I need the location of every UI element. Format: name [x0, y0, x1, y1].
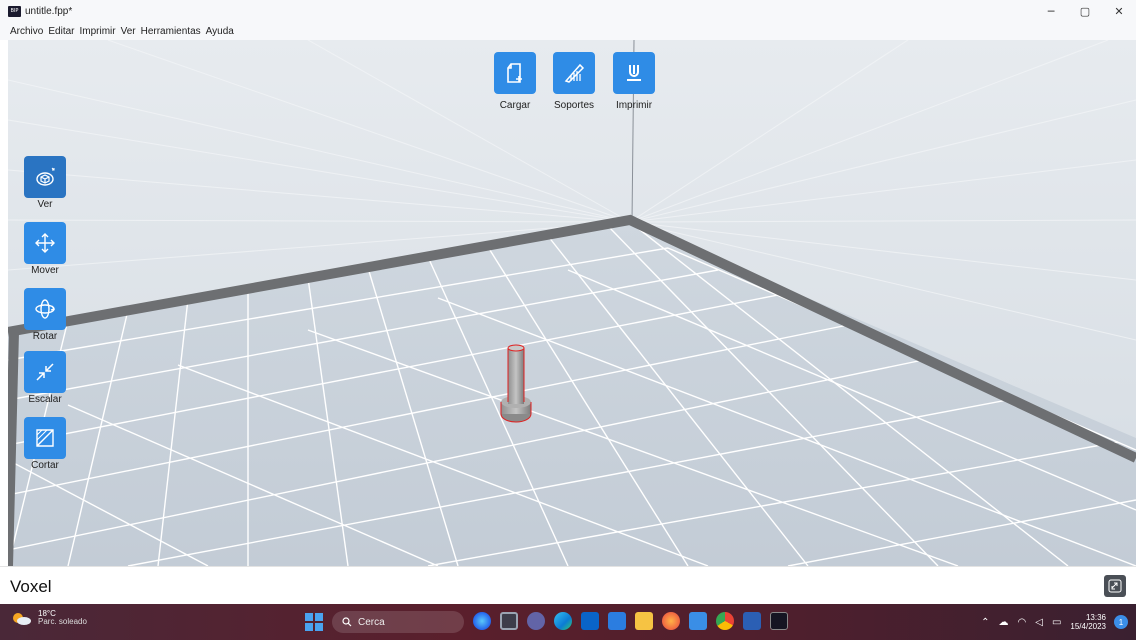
- load-file-icon: [507, 63, 522, 83]
- view-tool[interactable]: Ver: [24, 156, 66, 210]
- move-tool[interactable]: Mover: [24, 222, 66, 276]
- load-label: Cargar: [499, 100, 531, 111]
- copilot-icon[interactable]: [473, 612, 491, 630]
- status-bar: Voxel: [0, 566, 1136, 604]
- clock-date: 15/4/2023: [1070, 622, 1106, 631]
- status-text: Voxel: [10, 577, 52, 596]
- rotate-label: Rotar: [32, 331, 58, 342]
- windows-start-icon[interactable]: [305, 613, 323, 631]
- menu-ver[interactable]: Ver: [121, 26, 136, 37]
- title-bar: BIP untitle.fpp* ─ ▢ ✕: [0, 0, 1136, 22]
- supports-button[interactable]: [553, 52, 595, 94]
- supports-tool[interactable]: Soportes: [544, 52, 604, 111]
- scale-label: Escalar: [28, 394, 62, 405]
- rotate-button[interactable]: [24, 288, 66, 330]
- print-icon: [627, 65, 641, 81]
- move-arrows-icon: [35, 233, 55, 253]
- print-tool[interactable]: Imprimir: [604, 52, 664, 111]
- app-logo-icon: BIP: [8, 5, 21, 17]
- view-button[interactable]: [24, 156, 66, 198]
- weather-widget[interactable]: 18°C Parc. soleado: [10, 609, 87, 627]
- edge-icon[interactable]: [554, 612, 572, 630]
- move-label: Mover: [31, 265, 59, 276]
- load-tool[interactable]: Cargar: [485, 52, 545, 111]
- search-placeholder: Cerca: [358, 616, 385, 628]
- weather-sun-cloud-icon: [10, 611, 32, 626]
- menu-imprimir[interactable]: Imprimir: [79, 26, 115, 37]
- rotate-icon: [35, 299, 56, 319]
- cut-button[interactable]: [24, 417, 66, 459]
- browser-icon[interactable]: [662, 612, 680, 630]
- weather-description: Parc. soleado: [38, 617, 87, 627]
- windows-taskbar: 18°C Parc. soleado Cerca ⌃ ☁ ◠ ◁ ▭ 13:36…: [0, 604, 1136, 640]
- supports-icon: [564, 63, 585, 83]
- scale-tool[interactable]: Escalar: [24, 351, 66, 405]
- word-icon[interactable]: [743, 612, 761, 630]
- clock-time: 13:36: [1085, 612, 1106, 622]
- task-view-icon[interactable]: [500, 612, 518, 630]
- system-tray: ⌃ ☁ ◠ ◁ ▭ 13:36 15/4/2023 1: [981, 604, 1128, 640]
- build-plate-border-left: [8, 331, 19, 566]
- bip-app-icon[interactable]: [770, 612, 788, 630]
- scale-icon: [36, 363, 54, 381]
- build-plate-scene: [8, 40, 1136, 566]
- move-button[interactable]: [24, 222, 66, 264]
- notification-badge[interactable]: 1: [1114, 615, 1128, 629]
- window-controls: ─ ▢ ✕: [1034, 0, 1136, 22]
- app-icon-text: BIP: [10, 7, 19, 14]
- menu-editar[interactable]: Editar: [48, 26, 74, 37]
- calendar-icon[interactable]: [689, 612, 707, 630]
- mail-icon[interactable]: [581, 612, 599, 630]
- battery-icon[interactable]: ▭: [1052, 617, 1061, 628]
- scale-button[interactable]: [24, 351, 66, 393]
- clock[interactable]: 13:36 15/4/2023: [1070, 613, 1106, 631]
- link-button[interactable]: [1104, 575, 1126, 597]
- cut-icon: [36, 429, 54, 447]
- menu-ayuda[interactable]: Ayuda: [206, 26, 234, 37]
- wifi-icon[interactable]: ◠: [1018, 617, 1027, 628]
- taskbar-search[interactable]: Cerca: [332, 611, 464, 633]
- rotate-tool[interactable]: Rotar: [24, 288, 66, 342]
- 3d-viewport[interactable]: Cargar Soportes Imprimir Ver Mover Rotar…: [8, 40, 1136, 566]
- load-button[interactable]: [494, 52, 536, 94]
- supports-label: Soportes: [553, 100, 595, 111]
- teams-chat-icon[interactable]: [527, 612, 545, 630]
- menu-herramientas[interactable]: Herramientas: [141, 26, 201, 37]
- close-button[interactable]: ✕: [1102, 0, 1136, 22]
- file-explorer-icon[interactable]: [635, 612, 653, 630]
- menu-archivo[interactable]: Archivo: [10, 26, 43, 37]
- print-label: Imprimir: [615, 100, 653, 111]
- chevron-up-icon[interactable]: ⌃: [981, 617, 989, 628]
- cloud-icon[interactable]: ☁: [999, 617, 1009, 628]
- view-cube-icon: [36, 167, 55, 186]
- window-title: untitle.fpp*: [25, 5, 73, 17]
- maximize-button[interactable]: ▢: [1068, 0, 1102, 22]
- search-icon: [342, 617, 352, 627]
- chrome-icon[interactable]: [716, 612, 734, 630]
- link-icon: [1108, 579, 1122, 593]
- cut-tool[interactable]: Cortar: [24, 417, 66, 471]
- print-button[interactable]: [613, 52, 655, 94]
- view-label: Ver: [37, 199, 53, 210]
- volume-icon[interactable]: ◁: [1035, 617, 1043, 628]
- menu-bar: Archivo Editar Imprimir Ver Herramientas…: [0, 22, 1136, 40]
- store-icon[interactable]: [608, 612, 626, 630]
- cut-label: Cortar: [31, 460, 59, 471]
- minimize-button[interactable]: ─: [1034, 0, 1068, 22]
